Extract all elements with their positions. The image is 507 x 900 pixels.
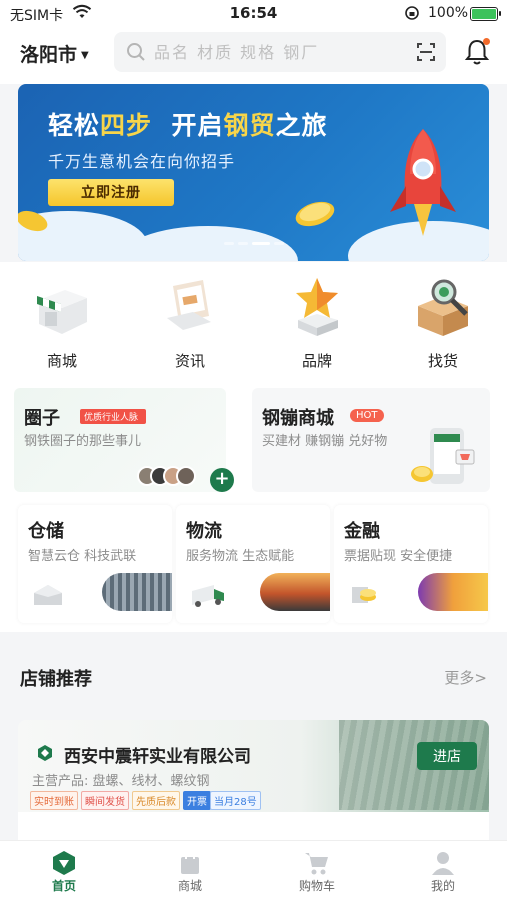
finance-card[interactable]: 金融 票据贴现 安全便捷 [334,505,488,623]
status-bar: 无SIM卡 16:54 100% [0,0,507,28]
cargo-truck-image [260,573,330,611]
warehouse-card[interactable]: 仓储 智慧云仓 科技武联 [18,505,172,623]
battery-percent: 100% [428,5,469,21]
logistics-card[interactable]: 物流 服务物流 生态赋能 [176,505,330,623]
home-icon [53,851,75,875]
shop-logo-icon [38,745,52,761]
circle-card[interactable]: 圈子 优质行业人脉 钢铁圈子的那些事儿 + [14,388,234,492]
search-icon [126,42,146,66]
service-subtitle: 智慧云仓 科技武联 [28,549,137,564]
shop-tag: 瞬间发货 [81,791,129,810]
service-cards-row: 仓储 智慧云仓 科技武联 物流 服务物流 生态赋能 金融 票据贴现 安全便捷 [0,497,507,632]
service-subtitle: 票据贴现 安全便捷 [344,549,453,564]
shop-tag: 实时到账 [30,791,78,810]
star-trophy-icon [296,278,338,336]
shopping-bag-icon [181,852,199,874]
enter-shop-button[interactable]: 进店 [417,742,477,770]
finance-chart-image [418,573,488,611]
tab-label: 购物车 [298,879,335,893]
coins-stack-icon [352,587,376,603]
unread-dot [483,38,490,45]
quick-entry-shop[interactable]: 商城 [17,276,107,371]
box-magnifier-icon [418,279,468,336]
battery-icon [470,7,501,21]
join-circle-button[interactable]: + [210,468,234,492]
scan-icon[interactable] [416,42,436,66]
quick-entry-label: 找货 [427,352,458,370]
more-shops-link[interactable]: 更多> [444,667,487,688]
search-bar[interactable] [114,32,446,72]
rotation-lock-icon [404,5,420,25]
truck-icon [192,585,224,607]
caret-down-icon: ▼ [81,50,89,61]
search-input[interactable] [154,38,404,66]
news-icon [167,280,211,330]
phone-shop-icon [411,428,475,484]
steel-mall-title: 钢镚商城 [262,408,334,429]
shop-tag: 开票 [183,791,211,810]
service-title: 金融 [344,521,380,542]
shop-name: 西安中震轩实业有限公司 [64,747,251,767]
tab-label: 商城 [177,879,202,893]
tab-mall[interactable]: 商城 [150,849,230,894]
city-selector[interactable]: 洛阳市 ▼ [20,40,89,67]
user-icon [432,852,454,875]
steel-pipes-image [102,573,172,611]
promo-banner[interactable]: 轻松四步 开启钢贸之旅 千万生意机会在向你招手 立即注册 [18,84,489,261]
notification-bell-icon[interactable] [464,38,490,70]
warehouse-icon [34,585,62,605]
shop-main-products: 主营产品: 盘螺、线材、螺纹钢 [32,774,210,789]
service-subtitle: 服务物流 生态赋能 [186,549,295,564]
avatar [176,466,196,486]
quick-entry-label: 资讯 [174,352,205,370]
service-title: 仓储 [28,521,64,542]
tab-label: 首页 [51,879,76,893]
avatar-stack [137,466,196,490]
city-label: 洛阳市 [20,44,78,66]
shop-icon [37,290,87,334]
bottom-tab-bar: 首页 商城 购物车 我的 [0,840,507,900]
tab-label: 我的 [430,879,455,893]
quick-entry-news[interactable]: 资讯 [145,276,235,371]
tab-home[interactable]: 首页 [24,849,104,894]
steel-coin-mall-card[interactable]: 钢镚商城 HOT 买建材 赚钢镚 兑好物 [252,388,490,492]
quick-entry-row: 商城 资讯 品牌 找货 [0,262,507,380]
top-bar: 洛阳市 ▼ [0,28,507,84]
feature-cards-row: 圈子 优质行业人脉 钢铁圈子的那些事儿 + 钢镚商城 HOT 买建材 赚钢镚 兑… [0,380,507,497]
service-title: 物流 [186,521,222,542]
tab-profile[interactable]: 我的 [403,849,483,894]
circle-title: 圈子 [24,408,60,429]
carousel-indicator [18,230,489,249]
shop-tag: 先质后款 [132,791,180,810]
hot-badge: HOT [350,409,384,422]
quick-entry-find-goods[interactable]: 找货 [398,276,488,371]
shop-recommend-header: 店铺推荐 更多> [0,650,507,706]
steel-mall-subtitle: 买建材 赚钢镚 兑好物 [262,434,388,449]
section-title: 店铺推荐 [20,669,92,690]
register-button[interactable]: 立即注册 [48,179,174,206]
cart-icon [305,853,328,875]
tab-cart[interactable]: 购物车 [277,849,357,894]
quick-entry-label: 品牌 [301,352,332,370]
shop-tags: 实时到账 瞬间发货 先质后款 开票 当月28号 [30,790,264,810]
quick-entry-label: 商城 [46,352,77,370]
coin-icon [295,201,335,227]
quick-entry-brand[interactable]: 品牌 [272,276,362,371]
shop-tag: 当月28号 [210,791,261,810]
circle-badge: 优质行业人脉 [80,409,147,424]
circle-subtitle: 钢铁圈子的那些事儿 [24,434,142,449]
banner-title: 轻松四步 开启钢贸之旅 [48,111,328,140]
banner-subtitle: 千万生意机会在向你招手 [48,152,236,171]
